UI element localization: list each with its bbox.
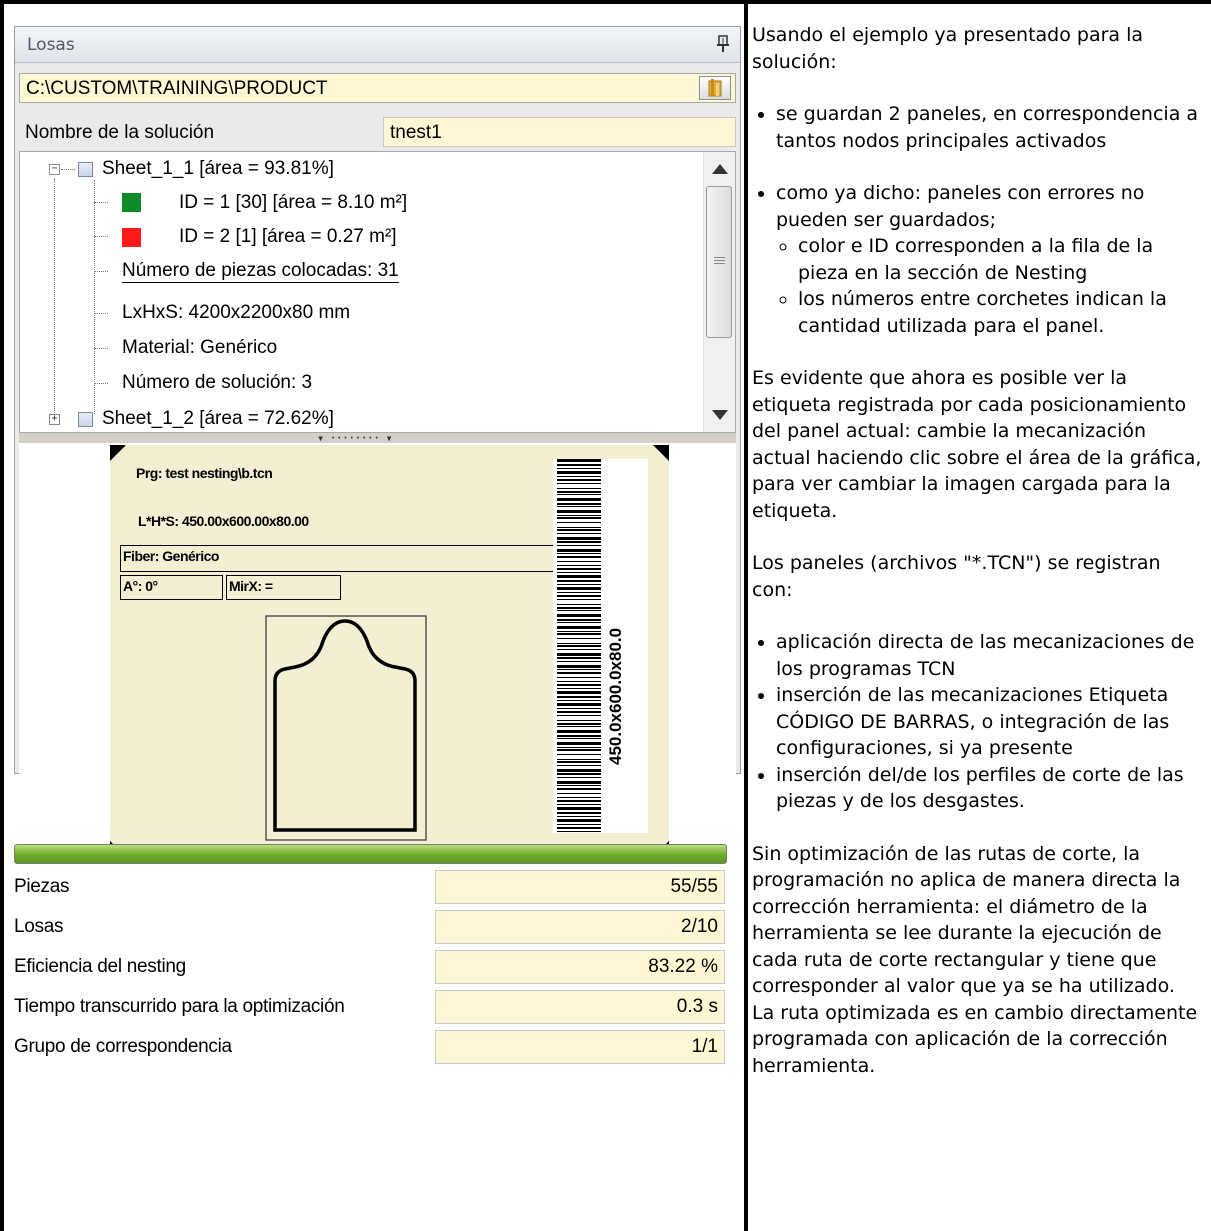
doc-list-2: como ya dicho: paneles con errores no pu… <box>752 180 1207 339</box>
doc-paragraph: Es evidente que ahora es posible ver la … <box>752 367 1202 522</box>
stat-value: 2/10 <box>435 910 725 944</box>
doc-subbullet: color e ID corresponden a la fila de la … <box>798 233 1207 286</box>
stats-table: Piezas 55/55 Losas 2/10 Eficiencia del nesti… <box>8 870 725 1070</box>
doc-intro: Usando el ejemplo ya presentado para la … <box>752 24 1144 73</box>
panel-header: Losas <box>15 27 740 63</box>
screenshot-column: Losas C:\CUSTOM\TRAINING\PRODUCT Nombre … <box>4 4 744 1231</box>
tree-connector <box>94 383 108 384</box>
doc-paragraph: La ruta optimizada es en cambio directam… <box>752 1001 1198 1077</box>
tree-sheet1[interactable]: Sheet_1_1 [área = 93.81%] <box>102 158 334 180</box>
label-dimensions: L*H*S: 450.00x600.00x80.00 <box>138 513 309 529</box>
tree-connector <box>61 169 75 170</box>
stat-label: Grupo de correspondencia <box>14 1036 232 1057</box>
tree-connector <box>94 180 95 414</box>
tree-connector <box>94 313 108 314</box>
label-angle: A°: 0° <box>123 578 158 594</box>
tree-scrollbar[interactable] <box>703 152 735 432</box>
label-angle-box: A°: 0° <box>120 575 223 600</box>
tree-material[interactable]: Material: Genérico <box>122 337 277 359</box>
solution-tree: − Sheet_1_1 [área = 93.81%] ID = 1 [30] … <box>19 151 736 433</box>
tree-pieces[interactable]: Número de piezas colocadas: 31 <box>122 260 399 283</box>
stat-row: Eficiencia del nesting 83.22 % <box>8 950 725 984</box>
stat-row: Piezas 55/55 <box>8 870 725 904</box>
tree-connector <box>94 202 108 203</box>
label-mirror: MirX: = <box>229 578 273 594</box>
stat-label: Eficiencia del nesting <box>14 956 186 977</box>
scroll-thumb[interactable] <box>706 186 732 338</box>
stat-label: Piezas <box>14 876 70 897</box>
doc-paragraph: Sin optimización de las rutas de corte, … <box>752 842 1181 998</box>
grip-line <box>714 260 725 261</box>
tree-connector <box>94 271 108 272</box>
item2-color-swatch <box>122 228 141 247</box>
doc-column: Usando el ejemplo ya presentado para la … <box>748 4 1211 1231</box>
item1-color-swatch <box>122 193 141 212</box>
expand-icon[interactable]: + <box>49 414 60 425</box>
barcode <box>553 459 648 833</box>
browse-button[interactable] <box>699 76 731 100</box>
tree-sheet2[interactable]: Sheet_1_2 [área = 72.62%] <box>102 408 334 430</box>
doc-subbullet: los números entre corchetes indican la c… <box>798 286 1207 339</box>
doc-bullet: como ya dicho: paneles con errores no pu… <box>776 180 1207 339</box>
stat-value: 55/55 <box>435 870 725 904</box>
sheet2-checkbox[interactable] <box>78 412 93 427</box>
stat-row: Losas 2/10 <box>8 910 725 944</box>
barcode-text: 450.0x600.0x80.0 <box>606 627 625 765</box>
solution-name-row: Nombre de la solución tnest1 <box>19 117 736 147</box>
tree-item1[interactable]: ID = 1 [30] [área = 8.10 m²] <box>179 192 407 214</box>
label-fiber: Fiber: Genérico <box>123 548 219 564</box>
stat-value: 83.22 % <box>435 950 725 984</box>
doc-text: Usando el ejemplo ya presentado para la … <box>748 4 1211 1079</box>
corner-top-left-icon <box>110 445 126 461</box>
corner-top-right-icon <box>653 445 669 461</box>
label-program: Prg: test nesting\b.tcn <box>136 465 273 481</box>
stat-value: 0.3 s <box>435 990 725 1024</box>
tree-connector <box>94 348 108 349</box>
collapse-icon[interactable]: − <box>49 164 60 175</box>
pin-icon[interactable] <box>716 35 730 53</box>
doc-bullet: inserción de las mecanizaciones Etiqueta… <box>776 682 1207 762</box>
doc-sublist: color e ID corresponden a la fila de la … <box>776 233 1207 339</box>
label-card[interactable]: Prg: test nesting\b.tcn L*H*S: 450.00x60… <box>110 445 669 857</box>
sheet1-checkbox[interactable] <box>78 162 93 177</box>
path-field[interactable]: C:\CUSTOM\TRAINING\PRODUCT <box>19 73 736 103</box>
splitter[interactable]: ▾ ········ ▾ <box>19 431 736 445</box>
path-text: C:\CUSTOM\TRAINING\PRODUCT <box>26 78 328 99</box>
doc-list-3: aplicación directa de las mecanizaciones… <box>752 629 1207 815</box>
doc-bullet-text: como ya dicho: paneles con errores no pu… <box>776 182 1145 231</box>
doc-bullet: inserción del/de los perfiles de corte d… <box>776 762 1207 815</box>
tree-connector <box>54 179 55 419</box>
scroll-down-icon[interactable] <box>712 410 728 420</box>
stat-value: 1/1 <box>435 1030 725 1064</box>
panel-title: Losas <box>27 35 75 55</box>
stat-label: Losas <box>14 916 64 937</box>
label-fiber-box: Fiber: Genérico <box>120 545 561 572</box>
doc-bullet: se guardan 2 paneles, en correspondencia… <box>776 101 1207 154</box>
tree-item2[interactable]: ID = 2 [1] [área = 0.27 m²] <box>179 226 397 248</box>
grip-line <box>714 263 725 264</box>
folder-browse-icon <box>708 79 722 97</box>
doc-paragraph: Los paneles (archivos "*.TCN") se regist… <box>752 552 1161 601</box>
tree-dims[interactable]: LxHxS: 4200x2200x80 mm <box>122 302 350 324</box>
grip-line <box>714 257 725 258</box>
doc-bullet: aplicación directa de las mecanizaciones… <box>776 629 1207 682</box>
solution-name-input[interactable]: tnest1 <box>383 117 736 147</box>
progress-bar <box>14 844 727 864</box>
label-mirror-box: MirX: = <box>226 575 341 600</box>
tree-solution[interactable]: Número de solución: 3 <box>122 372 312 394</box>
scroll-up-icon[interactable] <box>712 164 728 174</box>
tree-connector <box>94 236 108 237</box>
stat-label: Tiempo transcurrido para la optimización <box>14 996 345 1017</box>
stat-row: Tiempo transcurrido para la optimización… <box>8 990 725 1024</box>
piece-shape-drawing <box>265 615 427 841</box>
stat-row: Grupo de correspondencia 1/1 <box>8 1030 725 1064</box>
label-preview[interactable]: Prg: test nesting\b.tcn L*H*S: 450.00x60… <box>19 443 736 863</box>
losas-panel: Losas C:\CUSTOM\TRAINING\PRODUCT Nombre … <box>14 26 741 863</box>
solution-name-label: Nombre de la solución <box>25 122 215 143</box>
doc-list-1: se guardan 2 paneles, en correspondencia… <box>752 101 1207 154</box>
